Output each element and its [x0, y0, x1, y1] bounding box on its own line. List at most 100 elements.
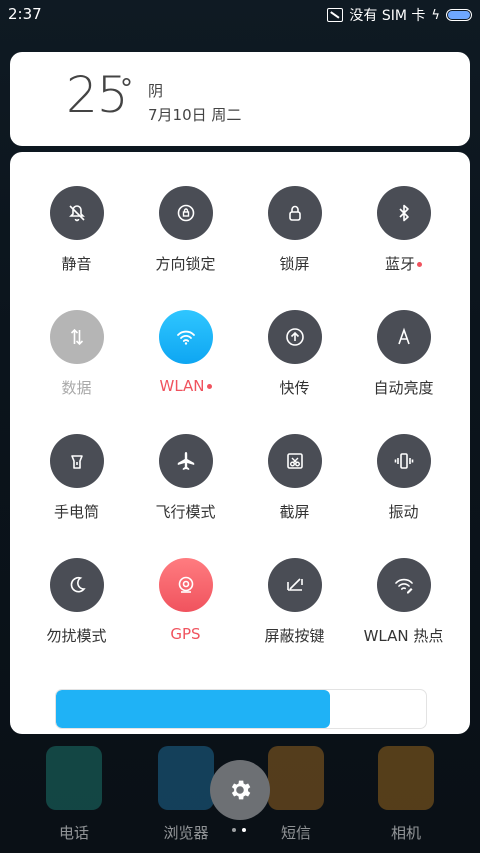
- dock-app-label: 电话: [58, 824, 89, 842]
- toggle-label-text: 方向锁定: [155, 255, 216, 273]
- toggle-label-text: 自动亮度: [373, 379, 434, 397]
- toggle-rotation-lock[interactable]: 方向锁定: [131, 186, 240, 292]
- gps-icon: [178, 576, 193, 593]
- toggle-button[interactable]: [376, 310, 431, 364]
- quick-settings-panel: 静音 方向锁定 锁屏 蓝牙数据 WLAN 快传 自动亮度手电筒 飞行模式 截屏 振动勿扰模式 GPS…: [10, 152, 470, 734]
- toggle-wifi[interactable]: WLAN: [131, 310, 240, 416]
- toggle-button[interactable]: [158, 434, 213, 488]
- toggle-label-text: 截屏: [279, 503, 310, 521]
- dock-app-label: 浏览器: [163, 824, 209, 842]
- toggle-mute[interactable]: 静音: [22, 186, 131, 292]
- screenshot-icon: [286, 453, 303, 469]
- toggle-block-keys[interactable]: 屏蔽按键: [240, 558, 349, 664]
- status-time: 2:37: [8, 5, 42, 23]
- weather-card[interactable]: 25 ° 阴 7月10日 周二: [10, 52, 470, 146]
- toggle-button[interactable]: [49, 186, 104, 240]
- hotspot-icon: [394, 578, 413, 594]
- settings-button[interactable]: [210, 760, 270, 820]
- no-sim-icon: [327, 8, 344, 22]
- toggle-button[interactable]: [158, 558, 213, 612]
- toggle-label-text: 数据: [61, 379, 92, 397]
- toggle-gps[interactable]: GPS: [131, 558, 240, 664]
- toggle-button[interactable]: [267, 434, 322, 488]
- toggle-label-text: 飞行模式: [155, 503, 216, 521]
- page-dot: [232, 828, 236, 832]
- toggle-flashlight[interactable]: 手电筒: [22, 434, 131, 540]
- weather-condition: 阴: [148, 82, 164, 100]
- toggle-grid: 静音 方向锁定 锁屏 蓝牙数据 WLAN 快传 自动亮度手电筒 飞行模式 截屏 振动勿扰模式 GPS…: [10, 186, 470, 664]
- toggle-label: 勿扰模式: [46, 625, 106, 646]
- toggle-label: 截屏: [279, 501, 309, 522]
- vibrate-icon: [394, 453, 413, 469]
- toggle-label: 锁屏: [279, 253, 309, 274]
- phone-icon[interactable]: [46, 746, 102, 810]
- toggle-hotspot[interactable]: WLAN 热点: [349, 558, 458, 664]
- toggle-label-text: 勿扰模式: [46, 627, 107, 645]
- toggle-label-text: 屏蔽按键: [264, 627, 325, 645]
- toggle-label: 静音: [61, 253, 91, 274]
- indicator-dot: [417, 262, 422, 267]
- toggle-label-text: WLAN 热点: [363, 627, 444, 645]
- toggle-data[interactable]: 数据: [22, 310, 131, 416]
- battery-icon: [446, 9, 472, 21]
- browser-icon[interactable]: [158, 746, 214, 810]
- toggle-button[interactable]: [376, 186, 431, 240]
- airplane-icon: [177, 452, 194, 470]
- indicator-dot: [206, 384, 212, 389]
- toggle-airplane[interactable]: 飞行模式: [131, 434, 240, 540]
- toggle-label-text: 手电筒: [53, 503, 99, 521]
- toggle-button[interactable]: [49, 558, 104, 612]
- toggle-label: 振动: [388, 501, 418, 522]
- toggle-lock[interactable]: 锁屏: [240, 186, 349, 292]
- weather-degree: °: [120, 74, 133, 104]
- toggle-label: WLAN: [159, 377, 212, 395]
- toggle-button[interactable]: [267, 558, 322, 612]
- mute-icon: [68, 205, 85, 222]
- brightness-slider[interactable]: [55, 689, 427, 729]
- toggle-label: 方向锁定: [155, 253, 215, 274]
- toggle-auto-brightness[interactable]: 自动亮度: [349, 310, 458, 416]
- toggle-label: 蓝牙: [385, 253, 422, 274]
- toggle-label-text: GPS: [170, 625, 201, 643]
- toggle-button[interactable]: [267, 186, 322, 240]
- toggle-do-not-disturb[interactable]: 勿扰模式: [22, 558, 131, 664]
- toggle-label-text: 蓝牙: [384, 255, 415, 273]
- toggle-label: 手电筒: [54, 501, 99, 522]
- lock-icon: [288, 205, 301, 221]
- bluetooth-icon: [398, 204, 409, 222]
- toggle-bluetooth[interactable]: 蓝牙: [349, 186, 458, 292]
- toggle-label-text: 锁屏: [279, 255, 310, 273]
- dock-app-label: 短信: [280, 824, 311, 842]
- toggle-label: 飞行模式: [155, 501, 215, 522]
- toggle-label-text: 快传: [279, 379, 310, 397]
- toggle-label-text: 静音: [61, 255, 92, 273]
- auto-brightness-icon: [397, 327, 410, 345]
- toggle-button[interactable]: [49, 310, 104, 364]
- brightness-fill[interactable]: [56, 690, 330, 728]
- weather-date: 7月10日 周二: [148, 106, 242, 124]
- toggle-button[interactable]: [376, 558, 431, 612]
- status-right: 没有 SIM 卡 ϟ: [327, 5, 472, 25]
- toggle-label: 数据: [61, 377, 91, 398]
- toggle-button[interactable]: [158, 186, 213, 240]
- toggle-screenshot[interactable]: 截屏: [240, 434, 349, 540]
- toggle-label-text: WLAN: [159, 377, 205, 395]
- data-icon: [70, 328, 83, 346]
- page-dot-active: [242, 828, 246, 832]
- toggle-label: 自动亮度: [373, 377, 433, 398]
- messages-icon[interactable]: [268, 746, 324, 810]
- camera-icon[interactable]: [378, 746, 434, 810]
- carrier-text: 没有 SIM 卡: [349, 8, 426, 24]
- toggle-button[interactable]: [376, 434, 431, 488]
- weather-temperature: 25: [66, 66, 129, 124]
- toggle-vibrate[interactable]: 振动: [349, 434, 458, 540]
- charging-icon: ϟ: [431, 7, 440, 23]
- flashlight-icon: [70, 455, 83, 469]
- toggle-label: WLAN 热点: [364, 625, 444, 646]
- toggle-quick-transfer[interactable]: 快传: [240, 310, 349, 416]
- do-not-disturb-icon: [70, 576, 86, 593]
- toggle-button[interactable]: [267, 310, 322, 364]
- toggle-button[interactable]: [49, 434, 104, 488]
- toggle-label-text: 振动: [388, 503, 419, 521]
- toggle-button[interactable]: [158, 310, 213, 364]
